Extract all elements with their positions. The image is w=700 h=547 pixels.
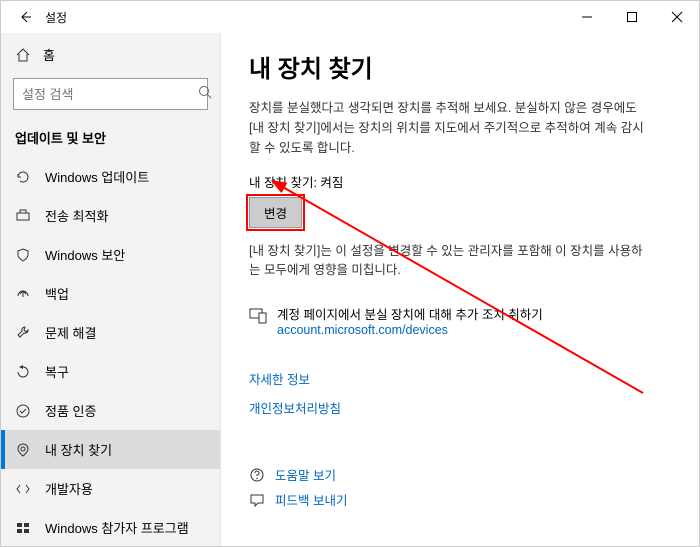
page-description: 장치를 분실했다고 생각되면 장치를 추적해 보세요. 분실하지 않은 경우에도… bbox=[249, 98, 649, 158]
sidebar-item-troubleshoot[interactable]: 문제 해결 bbox=[1, 313, 220, 352]
sidebar-item-find-my-device[interactable]: 내 장치 찾기 bbox=[1, 430, 220, 469]
recovery-icon bbox=[15, 364, 31, 380]
location-icon bbox=[15, 442, 31, 458]
window-controls bbox=[564, 1, 699, 33]
sidebar-item-label: 문제 해결 bbox=[45, 323, 96, 342]
device-icon bbox=[249, 306, 267, 327]
sidebar-item-windows-security[interactable]: Windows 보안 bbox=[1, 235, 220, 274]
search-input[interactable] bbox=[22, 87, 198, 102]
sidebar-item-insider[interactable]: Windows 참가자 프로그램 bbox=[1, 508, 220, 546]
code-icon bbox=[15, 481, 31, 497]
back-button[interactable] bbox=[9, 1, 41, 33]
section-label: 업데이트 및 보안 bbox=[1, 120, 220, 157]
delivery-icon bbox=[15, 208, 31, 224]
insider-icon bbox=[15, 520, 31, 536]
maximize-button[interactable] bbox=[609, 1, 654, 33]
sidebar-item-developer[interactable]: 개발자용 bbox=[1, 469, 220, 508]
page-title: 내 장치 찾기 bbox=[249, 49, 671, 84]
account-link[interactable]: account.microsoft.com/devices bbox=[277, 323, 448, 337]
wrench-icon bbox=[15, 325, 31, 341]
home-label: 홈 bbox=[43, 45, 55, 64]
main-content: 내 장치 찾기 장치를 분실했다고 생각되면 장치를 추적해 보세요. 분실하지… bbox=[221, 33, 699, 546]
home-button[interactable]: 홈 bbox=[1, 37, 220, 72]
window-title: 설정 bbox=[45, 9, 67, 26]
sidebar-item-label: 복구 bbox=[45, 362, 69, 381]
account-action-text: 계정 페이지에서 분실 장치에 대해 추가 조치 취하기 bbox=[277, 304, 543, 323]
more-info-link[interactable]: 자세한 정보 bbox=[249, 369, 671, 388]
sidebar-item-backup[interactable]: 백업 bbox=[1, 274, 220, 313]
home-icon bbox=[15, 47, 31, 63]
search-box[interactable] bbox=[13, 78, 208, 110]
sidebar-item-activation[interactable]: 정품 인증 bbox=[1, 391, 220, 430]
feedback-link[interactable]: 피드백 보내기 bbox=[275, 490, 347, 509]
sidebar-item-label: 내 장치 찾기 bbox=[45, 440, 112, 459]
sidebar-item-label: 전송 최적화 bbox=[45, 206, 108, 225]
sidebar-item-recovery[interactable]: 복구 bbox=[1, 352, 220, 391]
sidebar-item-label: 백업 bbox=[45, 284, 69, 303]
privacy-link[interactable]: 개인정보처리방침 bbox=[249, 398, 671, 417]
minimize-button[interactable] bbox=[564, 1, 609, 33]
arrow-left-icon bbox=[18, 10, 32, 24]
sidebar-item-label: Windows 업데이트 bbox=[45, 167, 149, 186]
sidebar-item-label: Windows 참가자 프로그램 bbox=[45, 518, 189, 537]
sidebar: 홈 업데이트 및 보안 Windows 업데이트 전송 최적화 Windows … bbox=[1, 33, 221, 546]
close-button[interactable] bbox=[654, 1, 699, 33]
sidebar-item-delivery-optimization[interactable]: 전송 최적화 bbox=[1, 196, 220, 235]
sidebar-item-label: Windows 보안 bbox=[45, 245, 125, 264]
search-icon bbox=[198, 85, 212, 104]
feedback-icon bbox=[249, 492, 265, 511]
check-circle-icon bbox=[15, 403, 31, 419]
sidebar-item-label: 정품 인증 bbox=[45, 401, 96, 420]
shield-icon bbox=[15, 247, 31, 263]
titlebar: 설정 bbox=[1, 1, 699, 33]
status-text: 내 장치 찾기: 켜짐 bbox=[249, 172, 671, 191]
help-icon bbox=[249, 467, 265, 486]
sidebar-item-windows-update[interactable]: Windows 업데이트 bbox=[1, 157, 220, 196]
change-button[interactable]: 변경 bbox=[249, 197, 302, 228]
refresh-icon bbox=[15, 169, 31, 185]
note-text: [내 장치 찾기]는 이 설정을 변경할 수 있는 관리자를 포함해 이 장치를… bbox=[249, 242, 649, 280]
sidebar-item-label: 개발자용 bbox=[45, 479, 93, 498]
backup-icon bbox=[15, 286, 31, 302]
help-link[interactable]: 도움말 보기 bbox=[275, 465, 336, 484]
